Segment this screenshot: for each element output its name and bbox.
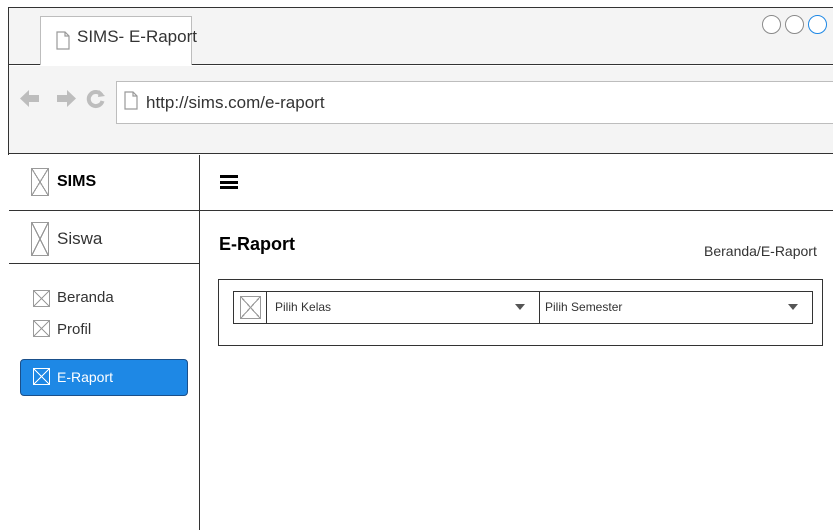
browser-frame bbox=[8, 7, 833, 155]
image-placeholder-icon bbox=[240, 296, 261, 319]
home-placeholder-icon bbox=[33, 290, 50, 307]
semester-select-value: Pilih Semester bbox=[545, 300, 623, 314]
profile-placeholder-icon bbox=[33, 320, 50, 337]
user-avatar-placeholder-icon bbox=[31, 222, 49, 256]
sidebar-item-beranda[interactable]: Beranda bbox=[57, 289, 114, 306]
chevron-down-icon[interactable] bbox=[788, 304, 798, 310]
report-placeholder-icon bbox=[33, 368, 50, 385]
hamburger-menu-icon[interactable] bbox=[220, 175, 238, 189]
chevron-down-icon[interactable] bbox=[515, 304, 525, 310]
page-title: E-Raport bbox=[219, 234, 295, 254]
sidebar-item-profil[interactable]: Profil bbox=[57, 321, 91, 338]
kelas-select-value: Pilih Kelas bbox=[275, 300, 332, 314]
sidebar-item-e-raport-label: E-Raport bbox=[57, 369, 114, 385]
brand-label: SIMS bbox=[57, 173, 97, 190]
user-role-label: Siswa bbox=[57, 229, 103, 248]
app-header bbox=[200, 155, 833, 211]
breadcrumb[interactable]: Beranda/E-Raport bbox=[704, 243, 817, 259]
logo-placeholder-icon bbox=[31, 168, 49, 196]
